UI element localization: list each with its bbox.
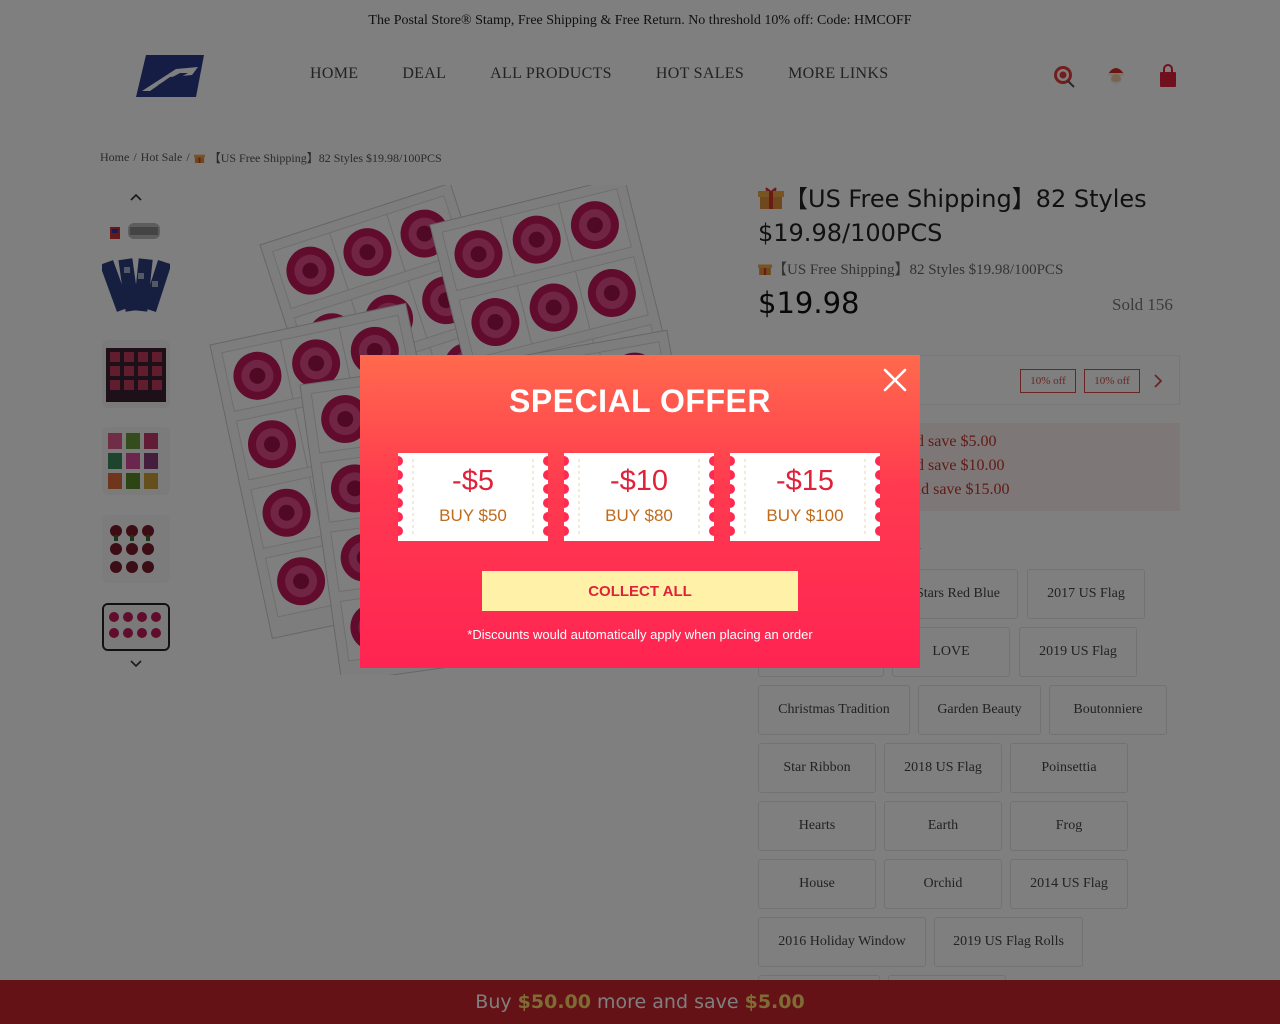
ticket-discount: -$5: [452, 465, 494, 497]
modal-note: *Discounts would automatically apply whe…: [467, 627, 813, 642]
coupon-ticket[interactable]: -$5 BUY $50: [398, 453, 548, 541]
ticket-condition: BUY $80: [605, 506, 673, 525]
ticket-discount: -$10: [609, 465, 669, 497]
modal-title: SPECIAL OFFER: [509, 383, 771, 419]
collect-all-button[interactable]: COLLECT ALL: [482, 571, 798, 611]
ticket-condition: BUY $50: [439, 506, 507, 525]
coupon-ticket[interactable]: -$10 BUY $80: [564, 453, 714, 541]
ticket-discount: -$15: [775, 465, 835, 497]
ticket-condition: BUY $100: [766, 506, 844, 525]
coupon-ticket[interactable]: -$15 BUY $100: [730, 453, 880, 541]
